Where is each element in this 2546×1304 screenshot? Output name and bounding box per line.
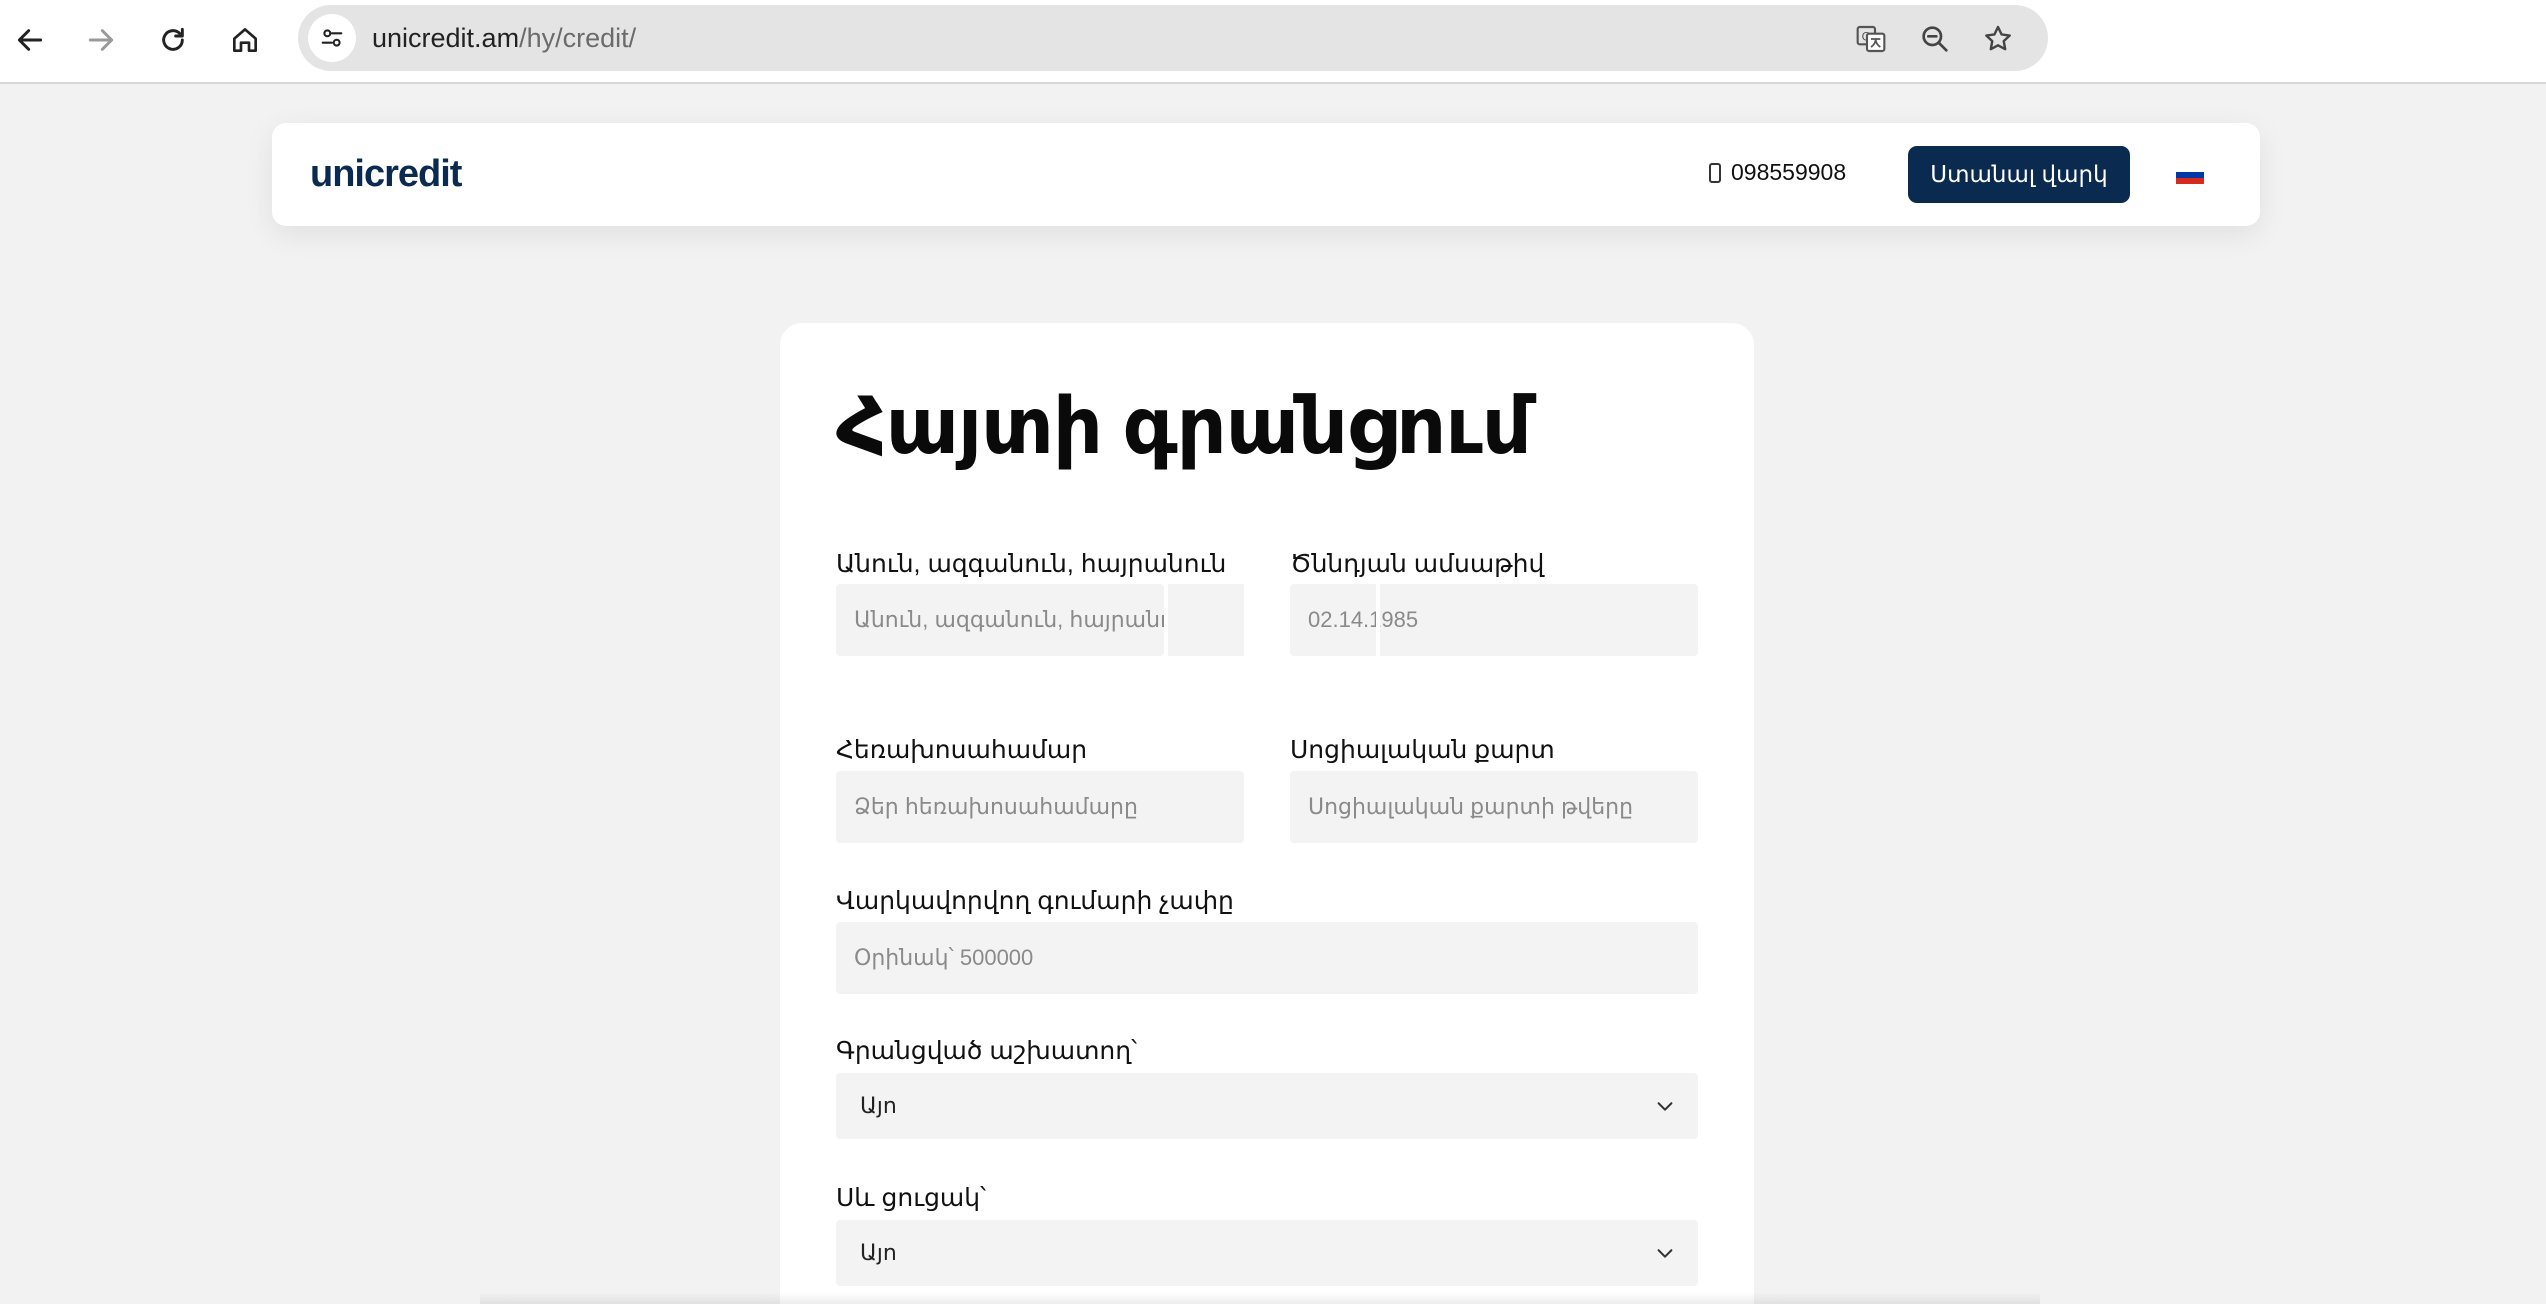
back-button[interactable] [4,14,56,66]
phone-number: 098559908 [1731,159,1847,185]
page-title: Հայտի գրանցում [836,382,1532,470]
arrow-left-icon [17,29,43,51]
employed-select[interactable]: Այո [836,1073,1698,1139]
language-flag-icon[interactable] [2176,166,2204,184]
blacklist-label: Սև ցուցակ՝ [836,1184,987,1212]
amount-input[interactable]: Օրինակ՝ 500000 [836,922,1698,994]
browser-toolbar: unicredit.am/hy/credit/ G [0,0,2546,84]
social-card-input[interactable]: Սոցիալական քարտի թվերը [1290,771,1698,843]
zoom-button[interactable] [1916,20,1954,58]
full-name-input-segment[interactable] [1168,584,1244,656]
url-host: unicredit.am [372,23,520,53]
phone-icon [1709,162,1721,183]
blacklist-value: Այո [860,1240,897,1265]
employed-value: Այո [860,1093,897,1118]
birth-date-label: Ծննդյան ամսաթիվ [1290,550,1545,578]
get-loan-button[interactable]: Ստանալ վարկ [1908,146,2130,203]
url-path: /hy/credit/ [519,23,637,53]
phone-link[interactable]: 098559908 [1709,159,1846,186]
translate-icon: G [1856,25,1886,53]
application-form-card: Հայտի գրանցում Անուն, ազգանուն, հայրանու… [780,323,1754,1304]
reload-button[interactable] [147,14,199,66]
amount-label: Վարկավորվող գումարի չափը [836,887,1234,915]
address-bar[interactable]: unicredit.am/hy/credit/ G [298,5,2048,71]
star-icon [1985,25,2011,51]
reload-icon [162,27,184,51]
url-text: unicredit.am/hy/credit/ [372,23,636,54]
tune-icon [321,29,343,47]
forward-button[interactable] [75,14,127,66]
site-settings-button[interactable] [308,14,356,62]
site-header: unicredit 098559908 Ստանալ վարկ [272,123,2260,226]
arrow-right-icon [88,29,114,51]
phone-label: Հեռախոսահամար [836,736,1088,764]
birth-date-input[interactable]: 02.14.1985 [1290,584,1698,656]
bottom-shadow [480,1292,2040,1304]
social-card-label: Սոցիալական քարտ [1290,736,1555,764]
chevron-down-icon [1654,1242,1676,1264]
phone-input[interactable]: Ձեր հեռախոսահամարը [836,771,1244,843]
chevron-down-icon [1654,1095,1676,1117]
translate-button[interactable]: G [1852,20,1890,58]
full-name-input[interactable]: Անուն, ազգանուն, հայրանուն [836,584,1164,656]
bookmark-button[interactable] [1979,20,2017,58]
logo[interactable]: unicredit [310,153,462,196]
zoom-out-icon [1922,26,1948,52]
employed-label: Գրանցված աշխատող՝ [836,1037,1138,1065]
home-button[interactable] [219,14,271,66]
blacklist-select[interactable]: Այո [836,1220,1698,1286]
birth-date-divider [1376,584,1380,656]
home-icon [233,28,257,52]
full-name-label: Անուն, ազգանուն, հայրանուն [836,550,1227,578]
